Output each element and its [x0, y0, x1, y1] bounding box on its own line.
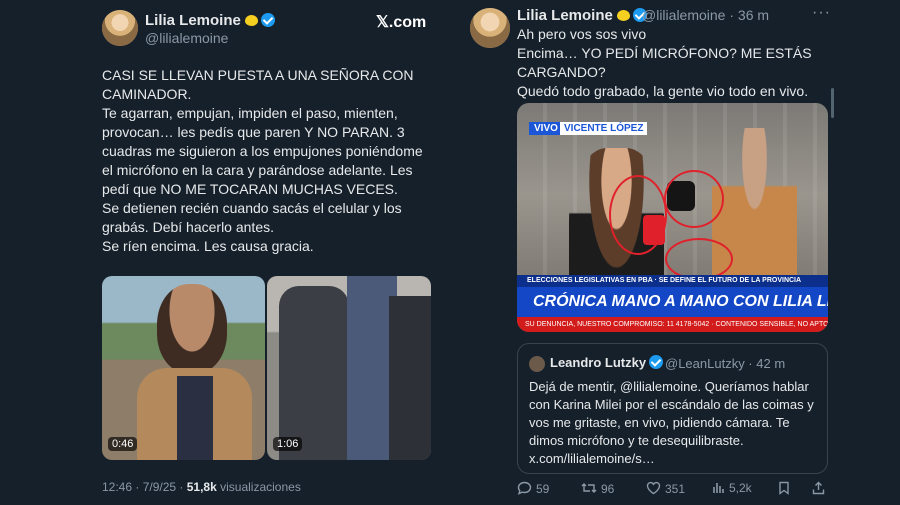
verified-badge-icon — [649, 355, 664, 369]
news-ticker: SU DENUNCIA, NUESTRO COMPROMISO: 11 4178… — [517, 317, 828, 332]
quote-author-handle: @LeanLutzky · 42 m — [665, 356, 786, 371]
author-name[interactable]: Lilia Lemoine — [517, 7, 647, 24]
highlight-circle — [609, 175, 667, 255]
tweet-text: Ah pero vos sos vivo Encima… YO PEDÍ MIC… — [517, 26, 812, 99]
video-thumbnail-1[interactable]: 0:46 — [102, 276, 265, 460]
location-label: VICENTE LÓPEZ — [560, 122, 648, 135]
author-avatar[interactable] — [470, 8, 510, 48]
author-handle[interactable]: @lilialemoine — [145, 30, 228, 46]
views-count: 51,8k — [186, 480, 217, 494]
news-banner: CRÓNICA MANO A MANO CON LILIA LEMOINE — [517, 287, 828, 317]
video-thumbnail-2[interactable]: 1:06 — [267, 276, 431, 460]
verified-badge-icon — [260, 13, 275, 27]
lemon-icon — [616, 10, 630, 21]
video-duration: 1:06 — [273, 437, 303, 451]
left-tweet-card: Lilia Lemoine @lilialemoine 𝕏.com CASI S… — [0, 0, 450, 505]
author-avatar[interactable] — [102, 10, 138, 46]
repost-button[interactable]: 96 — [581, 481, 614, 496]
scrollbar[interactable] — [831, 88, 834, 118]
highlight-circle — [664, 170, 724, 228]
share-button[interactable] — [812, 481, 829, 496]
author-handle-time[interactable]: @lilialemoine · 36 m — [642, 7, 769, 23]
lemon-icon — [244, 15, 258, 26]
quoted-tweet[interactable]: Leandro Lutzky @LeanLutzky · 42 m Dejá d… — [517, 343, 828, 474]
tweet-text: CASI SE LLEVAN PUESTA A UNA SEÑORA CON C… — [102, 67, 423, 254]
heart-icon — [646, 481, 661, 495]
analytics-icon — [713, 483, 724, 493]
video-player[interactable]: VIVO VICENTE LÓPEZ ELECCIONES LEGISLATIV… — [517, 103, 828, 332]
bookmark-button[interactable] — [778, 481, 794, 496]
bookmark-icon — [779, 481, 789, 495]
more-options-icon[interactable]: ··· — [812, 4, 831, 22]
views-button[interactable]: 5,2k — [712, 481, 752, 495]
repost-icon — [581, 483, 597, 493]
live-label: VIVO — [529, 122, 563, 135]
highlight-circle — [665, 238, 733, 280]
like-button[interactable]: 351 — [646, 481, 685, 496]
quote-author-avatar — [529, 356, 545, 372]
tweet-meta: 12:46 · 7/9/25 · 51,8k visualizaciones — [102, 480, 301, 494]
quote-text: Dejá de mentir, @lilialemoine. Queríamos… — [529, 379, 814, 466]
video-duration: 0:46 — [108, 437, 138, 451]
author-name[interactable]: Lilia Lemoine — [145, 12, 275, 29]
quote-author-name: Leandro Lutzky — [550, 355, 664, 370]
reply-button[interactable]: 59 — [517, 481, 549, 496]
reply-icon — [517, 481, 532, 495]
share-icon — [812, 481, 825, 495]
lower-third: ELECCIONES LEGISLATIVAS EN PBA · SE DEFI… — [517, 275, 828, 287]
x-brand-logo: 𝕏.com — [376, 14, 427, 31]
